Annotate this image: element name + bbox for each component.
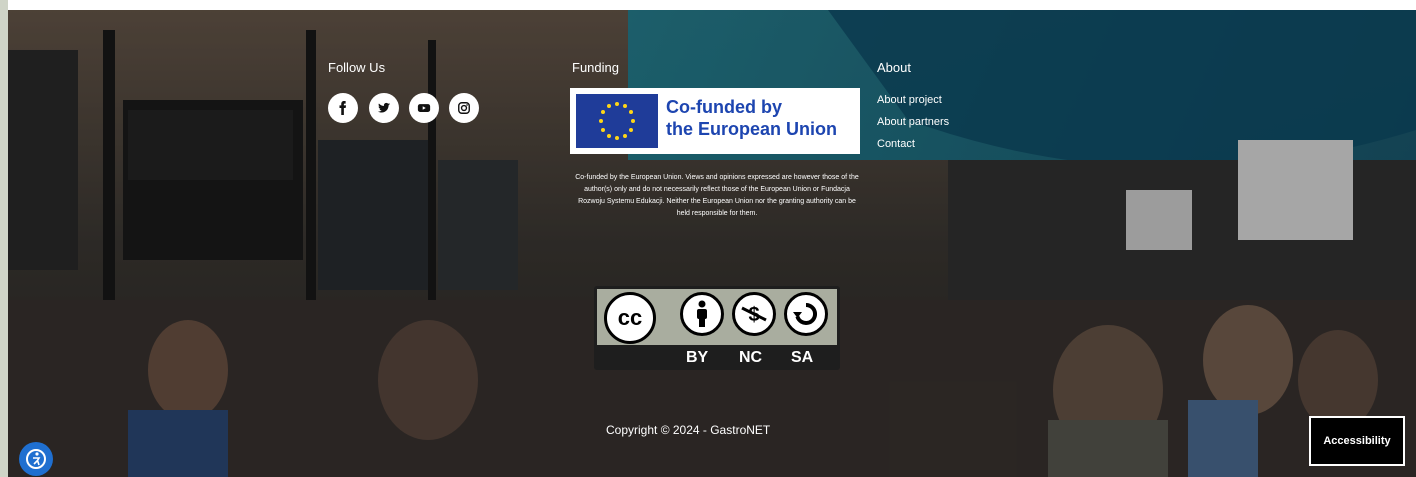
page-gutter bbox=[0, 0, 8, 477]
about-heading: About bbox=[877, 60, 911, 75]
eu-logo-line2: the European Union bbox=[666, 119, 837, 139]
sharealike-icon bbox=[784, 292, 828, 336]
accessibility-button[interactable]: Accessibility bbox=[1309, 416, 1405, 466]
funding-heading: Funding bbox=[572, 60, 619, 75]
eu-flag-icon bbox=[576, 94, 658, 148]
copyright-text: Copyright © 2024 - GastroNET bbox=[606, 423, 771, 437]
nc-label: NC bbox=[739, 349, 763, 366]
by-label: BY bbox=[686, 349, 709, 366]
site-footer: Follow Us Funding Co-funded by the Europ… bbox=[8, 10, 1416, 477]
eu-cofunded-logo: Co-funded by the European Union bbox=[570, 88, 860, 154]
about-project-link[interactable]: About project bbox=[877, 94, 942, 106]
about-partners-link[interactable]: About partners bbox=[877, 116, 949, 128]
accessibility-widget-icon[interactable] bbox=[19, 442, 53, 476]
contact-link[interactable]: Contact bbox=[877, 138, 915, 150]
eu-logo-line1: Co-funded by bbox=[666, 97, 782, 117]
funding-disclaimer: Co-funded by the European Union. Views a… bbox=[575, 174, 859, 217]
youtube-icon[interactable] bbox=[409, 93, 439, 123]
attribution-icon bbox=[680, 292, 724, 336]
footer-dark-overlay bbox=[8, 10, 1416, 477]
sa-label: SA bbox=[791, 349, 814, 366]
cc-icon-text: cc bbox=[617, 305, 643, 330]
follow-us-heading: Follow Us bbox=[328, 60, 386, 75]
facebook-icon[interactable] bbox=[328, 93, 358, 123]
noncommercial-icon: $ bbox=[732, 292, 776, 336]
cc-icon: cc bbox=[604, 292, 656, 344]
instagram-icon[interactable] bbox=[449, 93, 479, 123]
twitter-icon[interactable] bbox=[369, 93, 399, 123]
cc-license-badge[interactable]: cc $ BY NC SA bbox=[594, 286, 840, 370]
top-strip bbox=[8, 0, 1416, 10]
